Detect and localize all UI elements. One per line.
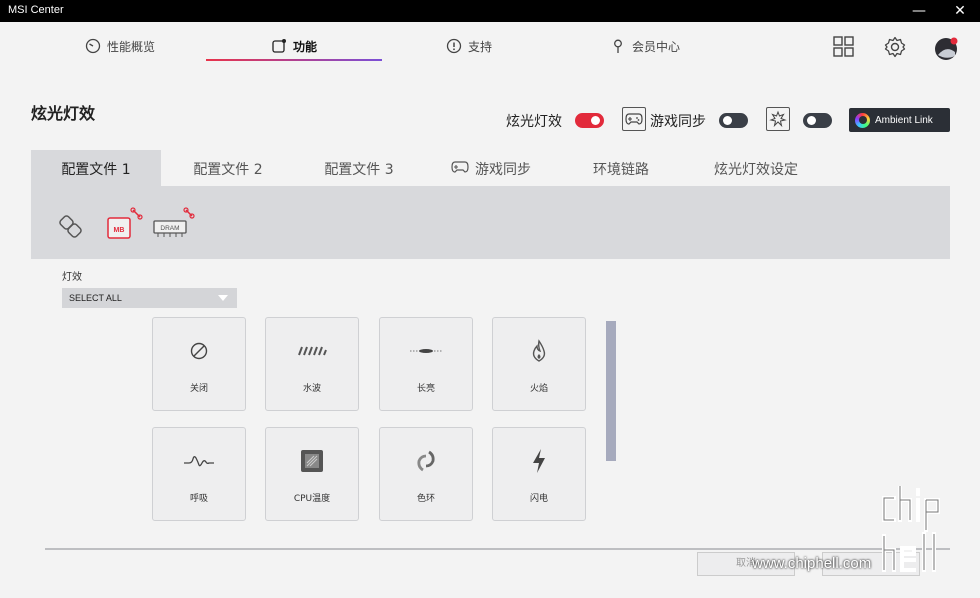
ambient-ring-icon <box>855 112 870 128</box>
effect-card-flame[interactable]: 火焰 <box>492 317 586 411</box>
nav-tab-support[interactable]: 支持 <box>446 32 492 60</box>
watermark-logo <box>880 484 968 582</box>
link-icon[interactable] <box>58 214 84 244</box>
mb-icon[interactable]: MB <box>106 206 144 246</box>
color-ring-icon <box>380 448 472 474</box>
mystic-light-toggle[interactable] <box>575 113 604 128</box>
effect-card-steady[interactable]: 长亮 <box>379 317 473 411</box>
wave-icon <box>266 338 358 364</box>
dram-icon-text: DRAM <box>160 225 179 232</box>
tab-label: 炫光灯效设定 <box>714 161 798 178</box>
nav-tab-label: 功能 <box>293 39 318 54</box>
effect-card-lightning[interactable]: 闪电 <box>492 427 586 521</box>
grid-icon[interactable] <box>833 36 857 60</box>
tab-label: 游戏同步 <box>475 161 531 178</box>
ambient-link-button[interactable]: Ambient Link <box>849 108 950 132</box>
tab-profile-3[interactable]: 配置文件 3 <box>294 150 424 187</box>
steady-icon <box>380 338 472 364</box>
effect-select-value: SELECT ALL <box>69 293 122 303</box>
effect-label: 关闭 <box>189 384 208 394</box>
tab-ambient-link[interactable]: 环境链路 <box>571 150 671 187</box>
game-sync-toggle[interactable] <box>719 113 748 128</box>
gauge-icon <box>85 38 101 54</box>
tab-mystic-settings[interactable]: 炫光灯效设定 <box>696 150 816 187</box>
minimize-button[interactable]: — <box>897 0 941 22</box>
tab-label: 配置文件 3 <box>324 161 394 178</box>
support-icon <box>446 38 462 54</box>
member-icon <box>610 38 626 54</box>
top-nav: 性能概览 功能 支持 会员中心 <box>0 22 980 72</box>
gear-icon[interactable] <box>884 36 908 60</box>
breathing-icon <box>153 448 245 474</box>
effect-label: 水波 <box>302 384 321 394</box>
device-strip: MB DRAM <box>31 186 950 259</box>
nav-tab-label: 性能概览 <box>107 39 156 54</box>
effect-card-wave[interactable]: 水波 <box>265 317 359 411</box>
tab-label: 配置文件 1 <box>61 161 131 178</box>
mb-icon-text: MB <box>114 227 125 234</box>
effect-label: 呼吸 <box>189 494 208 504</box>
gamepad-icon <box>451 160 469 177</box>
nav-tab-features[interactable]: 功能 <box>271 32 317 60</box>
ambient-link-label: Ambient Link <box>875 114 933 126</box>
flame-icon <box>493 338 585 364</box>
effect-card-off[interactable]: 关闭 <box>152 317 246 411</box>
tab-profile-1[interactable]: 配置文件 1 <box>31 150 161 187</box>
nav-tab-member[interactable]: 会员中心 <box>610 32 680 60</box>
cpu-temp-icon <box>266 448 358 474</box>
avatar[interactable] <box>934 36 958 60</box>
dram-icon[interactable]: DRAM <box>152 206 196 246</box>
profile-tabs: 配置文件 1 配置文件 2 配置文件 3 游戏同步 环境链路 炫光灯效设定 <box>31 150 950 187</box>
tab-label: 配置文件 2 <box>193 161 263 178</box>
effect-select[interactable]: SELECT ALL <box>62 288 237 308</box>
page-title: 炫光灯效 <box>31 104 96 123</box>
nav-tab-performance[interactable]: 性能概览 <box>85 32 155 60</box>
razer-sync-toggle[interactable] <box>803 113 832 128</box>
nav-tab-label: 支持 <box>468 39 493 54</box>
effect-label: 长亮 <box>416 384 435 394</box>
effect-label: 火焰 <box>529 384 548 394</box>
effect-label: 色环 <box>416 494 435 504</box>
effect-label: CPU温度 <box>293 494 331 504</box>
effect-label: 灯效 <box>62 272 82 283</box>
close-button[interactable]: ✕ <box>938 0 980 22</box>
game-sync-label: 游戏同步 <box>650 114 706 130</box>
active-tab-indicator <box>206 59 382 61</box>
effect-card-color-ring[interactable]: 色环 <box>379 427 473 521</box>
effect-card-cpu-temp[interactable]: CPU温度 <box>265 427 359 521</box>
lightning-icon <box>493 448 585 474</box>
effects-scrollbar[interactable] <box>606 321 616 461</box>
tab-game-sync[interactable]: 游戏同步 <box>436 150 546 187</box>
divider <box>45 548 950 550</box>
effect-label: 闪电 <box>529 494 548 504</box>
gamepad-icon <box>622 107 646 131</box>
watermark-url: www.chiphell.com <box>752 555 872 572</box>
razer-icon <box>766 107 790 131</box>
effect-card-breathing[interactable]: 呼吸 <box>152 427 246 521</box>
mystic-light-label: 炫光灯效 <box>506 114 562 130</box>
tab-label: 环境链路 <box>593 161 649 178</box>
feature-icon <box>271 38 287 54</box>
nav-tab-label: 会员中心 <box>632 39 681 54</box>
off-icon <box>153 338 245 364</box>
chevron-down-icon <box>218 295 228 301</box>
tab-profile-2[interactable]: 配置文件 2 <box>163 150 293 187</box>
window-title: MSI Center <box>8 4 64 16</box>
title-bar: MSI Center — ✕ <box>0 0 980 22</box>
